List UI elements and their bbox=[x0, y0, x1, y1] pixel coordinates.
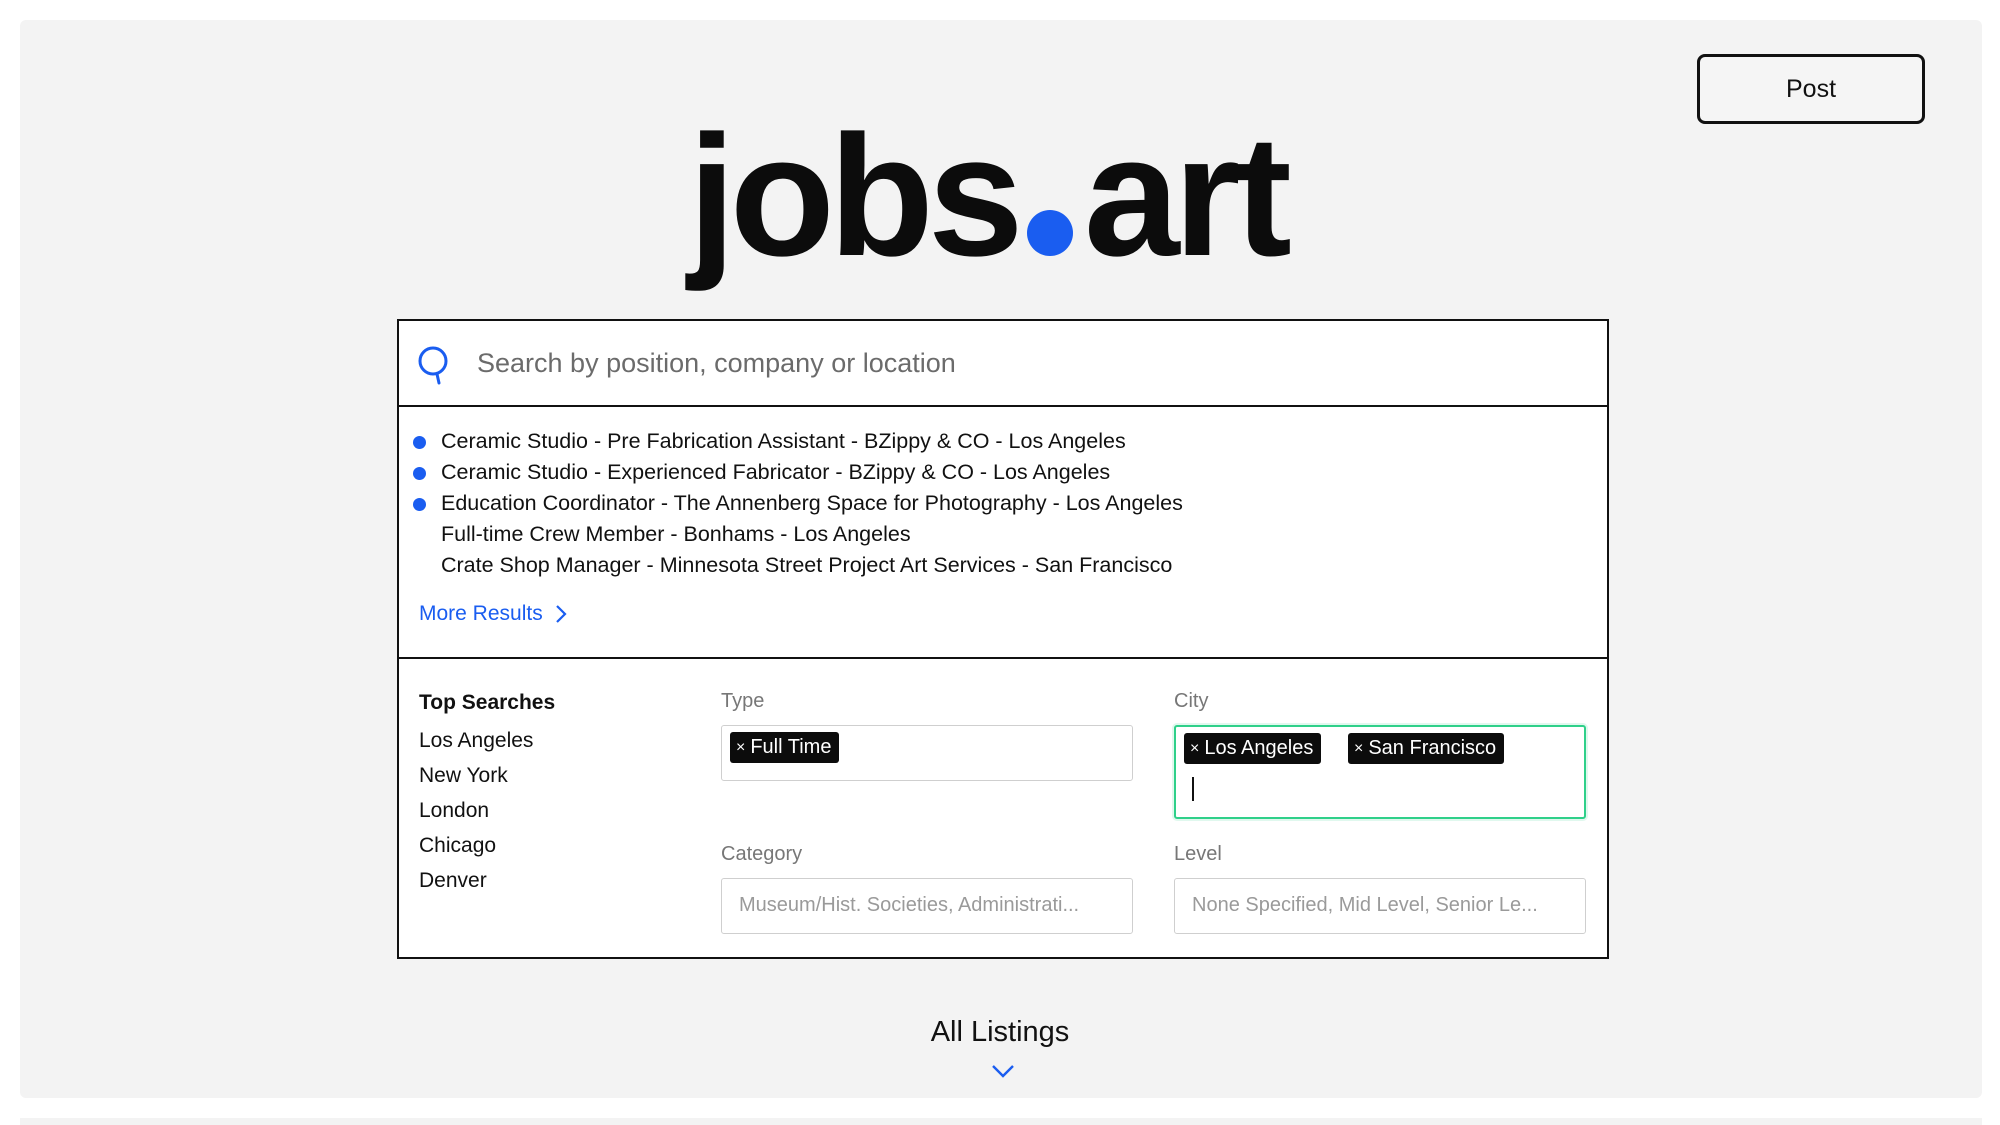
result-item[interactable]: Full-time Crew Member - Bonhams - Los An… bbox=[441, 522, 911, 547]
chevron-down-icon[interactable] bbox=[991, 1063, 1015, 1079]
level-placeholder: None Specified, Mid Level, Senior Le... bbox=[1192, 894, 1538, 916]
remove-tag-icon[interactable]: × bbox=[1354, 740, 1363, 758]
result-text: Ceramic Studio - Experienced Fabricator … bbox=[441, 460, 1111, 484]
logo-dot bbox=[1027, 210, 1073, 256]
more-results-link[interactable]: More Results bbox=[419, 602, 567, 626]
search-icon bbox=[418, 346, 448, 385]
remove-tag-icon[interactable]: × bbox=[736, 739, 745, 757]
city-tag: × Los Angeles bbox=[1184, 733, 1322, 764]
category-select[interactable]: Museum/Hist. Societies, Administrati... bbox=[721, 878, 1133, 934]
city-select[interactable]: × Los Angeles × San Francisco bbox=[1174, 725, 1586, 819]
type-tag: × Full Time bbox=[730, 732, 840, 763]
result-text: Education Coordinator - The Annenberg Sp… bbox=[441, 491, 1183, 515]
result-item[interactable]: Crate Shop Manager - Minnesota Street Pr… bbox=[441, 553, 1172, 578]
new-indicator-dot bbox=[413, 498, 426, 511]
category-label: Category bbox=[721, 843, 803, 865]
result-text: Full-time Crew Member - Bonhams - Los An… bbox=[441, 522, 911, 546]
next-section-edge bbox=[20, 1118, 1982, 1125]
result-text: Crate Shop Manager - Minnesota Street Pr… bbox=[441, 553, 1173, 577]
more-results-label: More Results bbox=[419, 602, 543, 625]
new-indicator-dot bbox=[413, 467, 426, 480]
top-search-item[interactable]: New York bbox=[419, 764, 508, 788]
search-bar bbox=[399, 321, 1607, 407]
level-label: Level bbox=[1174, 843, 1222, 865]
city-tag: × San Francisco bbox=[1348, 733, 1505, 764]
city-label: City bbox=[1174, 690, 1209, 712]
post-button[interactable]: Post bbox=[1697, 54, 1925, 124]
filters-section: Top Searches Los Angeles New York London… bbox=[399, 659, 1607, 959]
top-search-item[interactable]: Chicago bbox=[419, 834, 496, 858]
tag-label: Los Angeles bbox=[1204, 737, 1314, 759]
logo-text-jobs: jobs bbox=[685, 105, 1018, 292]
search-results: Ceramic Studio - Pre Fabrication Assista… bbox=[399, 407, 1607, 659]
search-panel: Ceramic Studio - Pre Fabrication Assista… bbox=[397, 319, 1609, 959]
chevron-right-icon bbox=[555, 605, 567, 623]
top-search-item[interactable]: Los Angeles bbox=[419, 729, 533, 753]
type-select[interactable]: × Full Time bbox=[721, 725, 1133, 781]
result-item[interactable]: Ceramic Studio - Experienced Fabricator … bbox=[413, 460, 1111, 485]
logo-text-art: art bbox=[1084, 105, 1291, 292]
top-search-item[interactable]: Denver bbox=[419, 869, 487, 893]
top-searches-title: Top Searches bbox=[419, 691, 556, 714]
result-item[interactable]: Ceramic Studio - Pre Fabrication Assista… bbox=[413, 429, 1126, 454]
remove-tag-icon[interactable]: × bbox=[1190, 740, 1199, 758]
all-listings-heading[interactable]: All Listings bbox=[0, 1016, 2000, 1049]
category-placeholder: Museum/Hist. Societies, Administrati... bbox=[739, 894, 1080, 916]
tag-label: Full Time bbox=[750, 736, 832, 758]
result-text: Ceramic Studio - Pre Fabrication Assista… bbox=[441, 429, 1126, 453]
search-input[interactable] bbox=[475, 339, 1589, 387]
type-label: Type bbox=[721, 690, 765, 712]
tag-label: San Francisco bbox=[1368, 737, 1497, 759]
new-indicator-dot bbox=[413, 436, 426, 449]
jobs-art-logo[interactable]: jobs art bbox=[680, 105, 1340, 305]
top-search-item[interactable]: London bbox=[419, 799, 489, 823]
result-item[interactable]: Education Coordinator - The Annenberg Sp… bbox=[413, 491, 1183, 516]
text-cursor bbox=[1192, 777, 1194, 801]
level-select[interactable]: None Specified, Mid Level, Senior Le... bbox=[1174, 878, 1586, 934]
